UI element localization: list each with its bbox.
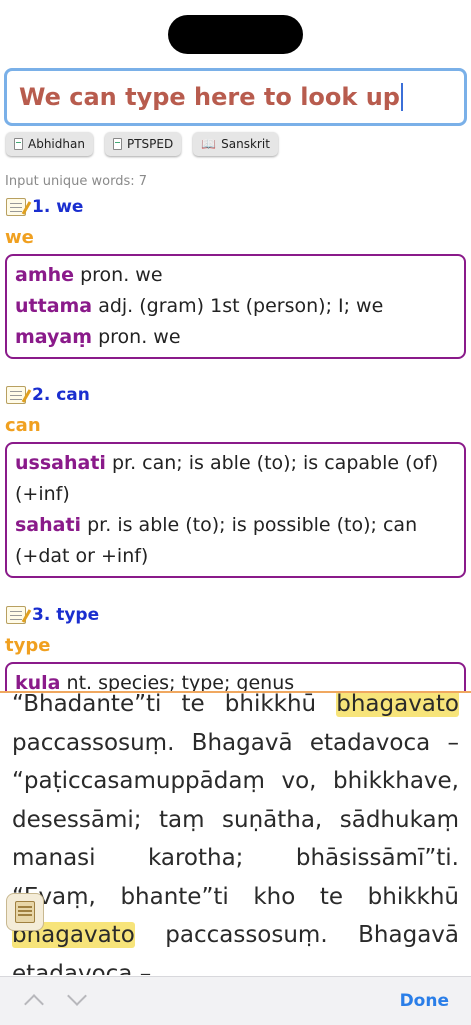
text-run: “Bhadante”ti te bhikkhū [12,693,337,717]
highlighted-word[interactable]: bhagavato [336,693,459,717]
pali-term[interactable]: amhe [15,264,74,286]
chevron-up-icon[interactable] [24,994,44,1014]
document-icon [14,138,23,150]
entry-word: can [5,415,41,436]
entry-title-we[interactable]: 1. we [6,197,83,217]
entry-title-label: 1. we [32,197,84,217]
entry-title-can[interactable]: 2. can [6,385,90,405]
abhidhan-label: Abhidhan [28,137,85,151]
search-input-value: We can type here to look up [19,83,400,111]
done-button[interactable]: Done [400,991,449,1011]
definition-gloss: adj. (gram) 1st (person); I; we [98,295,384,317]
dictionary-buttons: Abhidhan PTSPED 📖 Sanskrit [6,132,278,156]
memo-icon [6,606,26,624]
pali-term[interactable]: ussahati [15,452,106,474]
pali-term[interactable]: sahati [15,514,81,536]
sanskrit-button[interactable]: 📖 Sanskrit [193,132,278,156]
definition-row: sahati pr. is able (to); is possible (to… [15,510,456,572]
definition-gloss: pron. we [80,264,163,286]
chevron-down-icon[interactable] [67,986,87,1006]
definition-row: mayaṃ pron. we [15,322,456,353]
text-run: paccassosuṃ. Bhagavā etadavoca – “paṭicc… [12,729,459,910]
camera-notch [168,15,303,54]
keyboard-toolbar: Done [0,976,471,1025]
entry-title-label: 3. type [32,605,100,625]
unique-words-count: Input unique words: 7 [5,174,148,189]
definition-row: amhe pron. we [15,260,456,291]
pali-term[interactable]: mayaṃ [15,326,92,348]
entry-title-label: 2. can [32,385,90,405]
book-icon: 📖 [201,137,217,151]
memo-icon [6,386,26,404]
reader-pane[interactable]: “Bhadante”ti te bhikkhū bhagavato paccas… [0,693,471,975]
definition-box: ussahati pr. can; is able (to); is capab… [5,442,466,578]
pali-text: “Bhadante”ti te bhikkhū bhagavato paccas… [12,693,459,975]
document-icon [112,138,122,150]
text-caret [400,83,403,111]
ptsped-label: PTSPED [126,137,174,151]
entry-title-type[interactable]: 3. type [6,605,99,625]
memo-icon [6,198,26,216]
entry-word: we [5,227,34,248]
search-input[interactable]: We can type here to look up [4,68,467,126]
abhidhan-button[interactable]: Abhidhan [6,132,93,156]
definition-box: amhe pron. we uttama adj. (gram) 1st (pe… [5,254,466,359]
definition-row: ussahati pr. can; is able (to); is capab… [15,448,456,510]
ptsped-button[interactable]: PTSPED [104,132,182,156]
sanskrit-label: Sanskrit [221,137,270,151]
entry-word: type [5,635,51,656]
definition-gloss: pron. we [98,326,181,348]
definition-row: uttama adj. (gram) 1st (person); I; we [15,291,456,322]
scroll-icon[interactable] [6,893,44,931]
pali-term[interactable]: uttama [15,295,92,317]
